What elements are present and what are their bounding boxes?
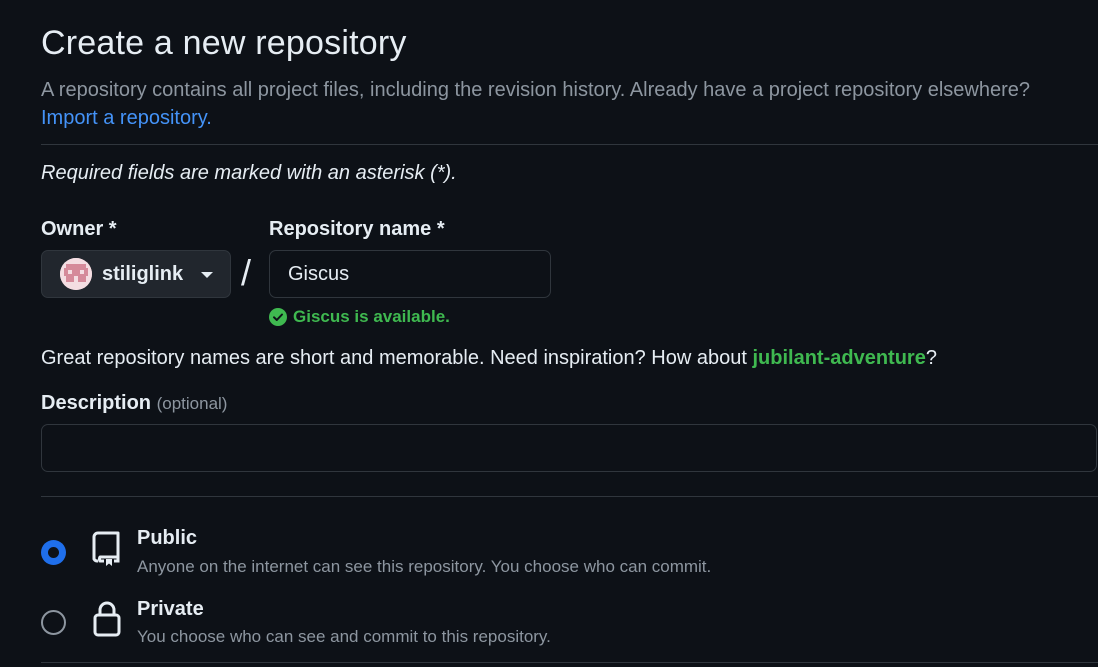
import-repository-link[interactable]: Import a repository. [41,105,212,131]
description-input[interactable] [41,424,1097,472]
public-description: Anyone on the internet can see this repo… [137,557,712,576]
repository-name-input[interactable] [269,250,551,298]
public-title: Public [137,527,198,549]
private-title: Private [137,598,204,620]
description-label: Description (optional) [41,392,227,415]
header-divider [41,144,1098,145]
public-radio[interactable] [41,540,66,565]
owner-avatar [60,258,92,290]
check-circle-icon [269,308,287,326]
availability-status: Giscus is available. [269,307,450,327]
repo-name-label: Repository name * [269,218,445,240]
suggested-name-link[interactable]: jubilant-adventure [752,347,925,369]
owner-label: Owner * [41,218,117,240]
owner-repo-separator: / [241,252,252,293]
visibility-divider [41,662,1098,663]
page-title: Create a new repository [41,24,407,62]
required-fields-note: Required fields are marked with an aster… [41,162,457,184]
suggestion-prefix: Great repository names are short and mem… [41,347,753,369]
name-suggestion: Great repository names are short and mem… [41,347,937,370]
description-divider [41,496,1098,497]
chevron-down-icon [201,272,213,278]
private-description: You choose who can see and commit to thi… [137,627,551,646]
availability-text: Giscus is available. [293,307,450,326]
optional-hint: (optional) [156,394,228,413]
suggestion-suffix: ? [925,347,937,369]
description-label-text: Description [41,392,152,414]
private-radio[interactable] [41,610,66,635]
lock-icon [93,601,121,637]
owner-dropdown[interactable]: stiliglink [41,250,231,298]
page-subtitle: A repository contains all project files,… [41,79,1031,101]
owner-name: stiliglink [102,262,184,285]
repo-icon [92,531,120,566]
create-repo-page: Create a new repository A repository con… [0,0,1098,667]
